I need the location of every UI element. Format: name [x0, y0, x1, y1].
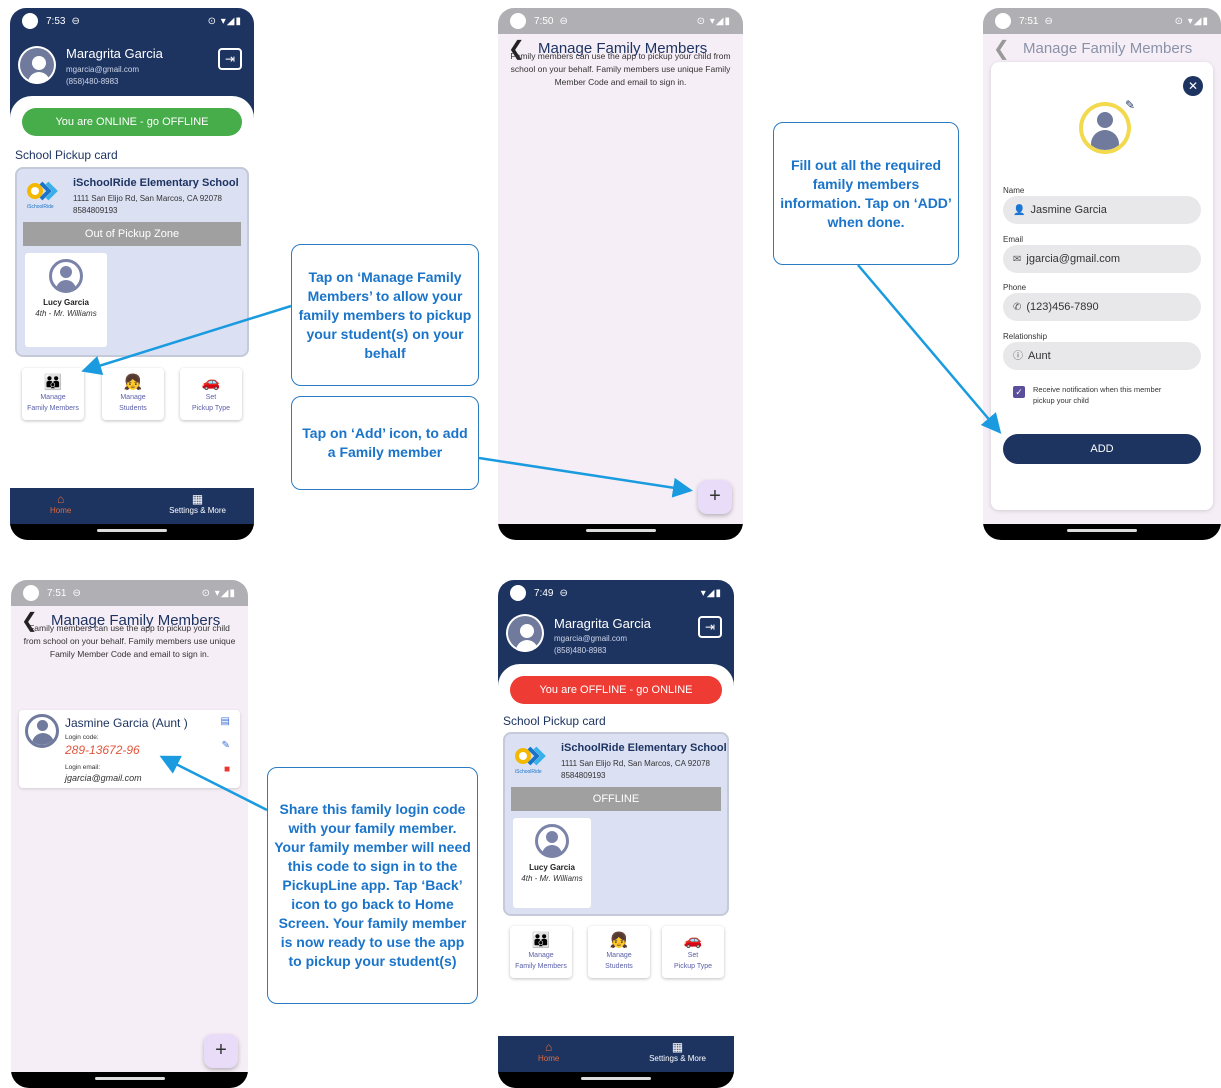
callout-arrows: [81, 264, 1002, 812]
tutorial-canvas: 7:53 ⊖ ⊙ ▾◢▮ Maragrita Garcia mgarcia@gm…: [0, 0, 1221, 1088]
arrow-fill: [857, 264, 1002, 434]
arrow-manage: [81, 304, 292, 376]
arrow-share: [159, 755, 268, 812]
arrow-add: [478, 456, 693, 498]
